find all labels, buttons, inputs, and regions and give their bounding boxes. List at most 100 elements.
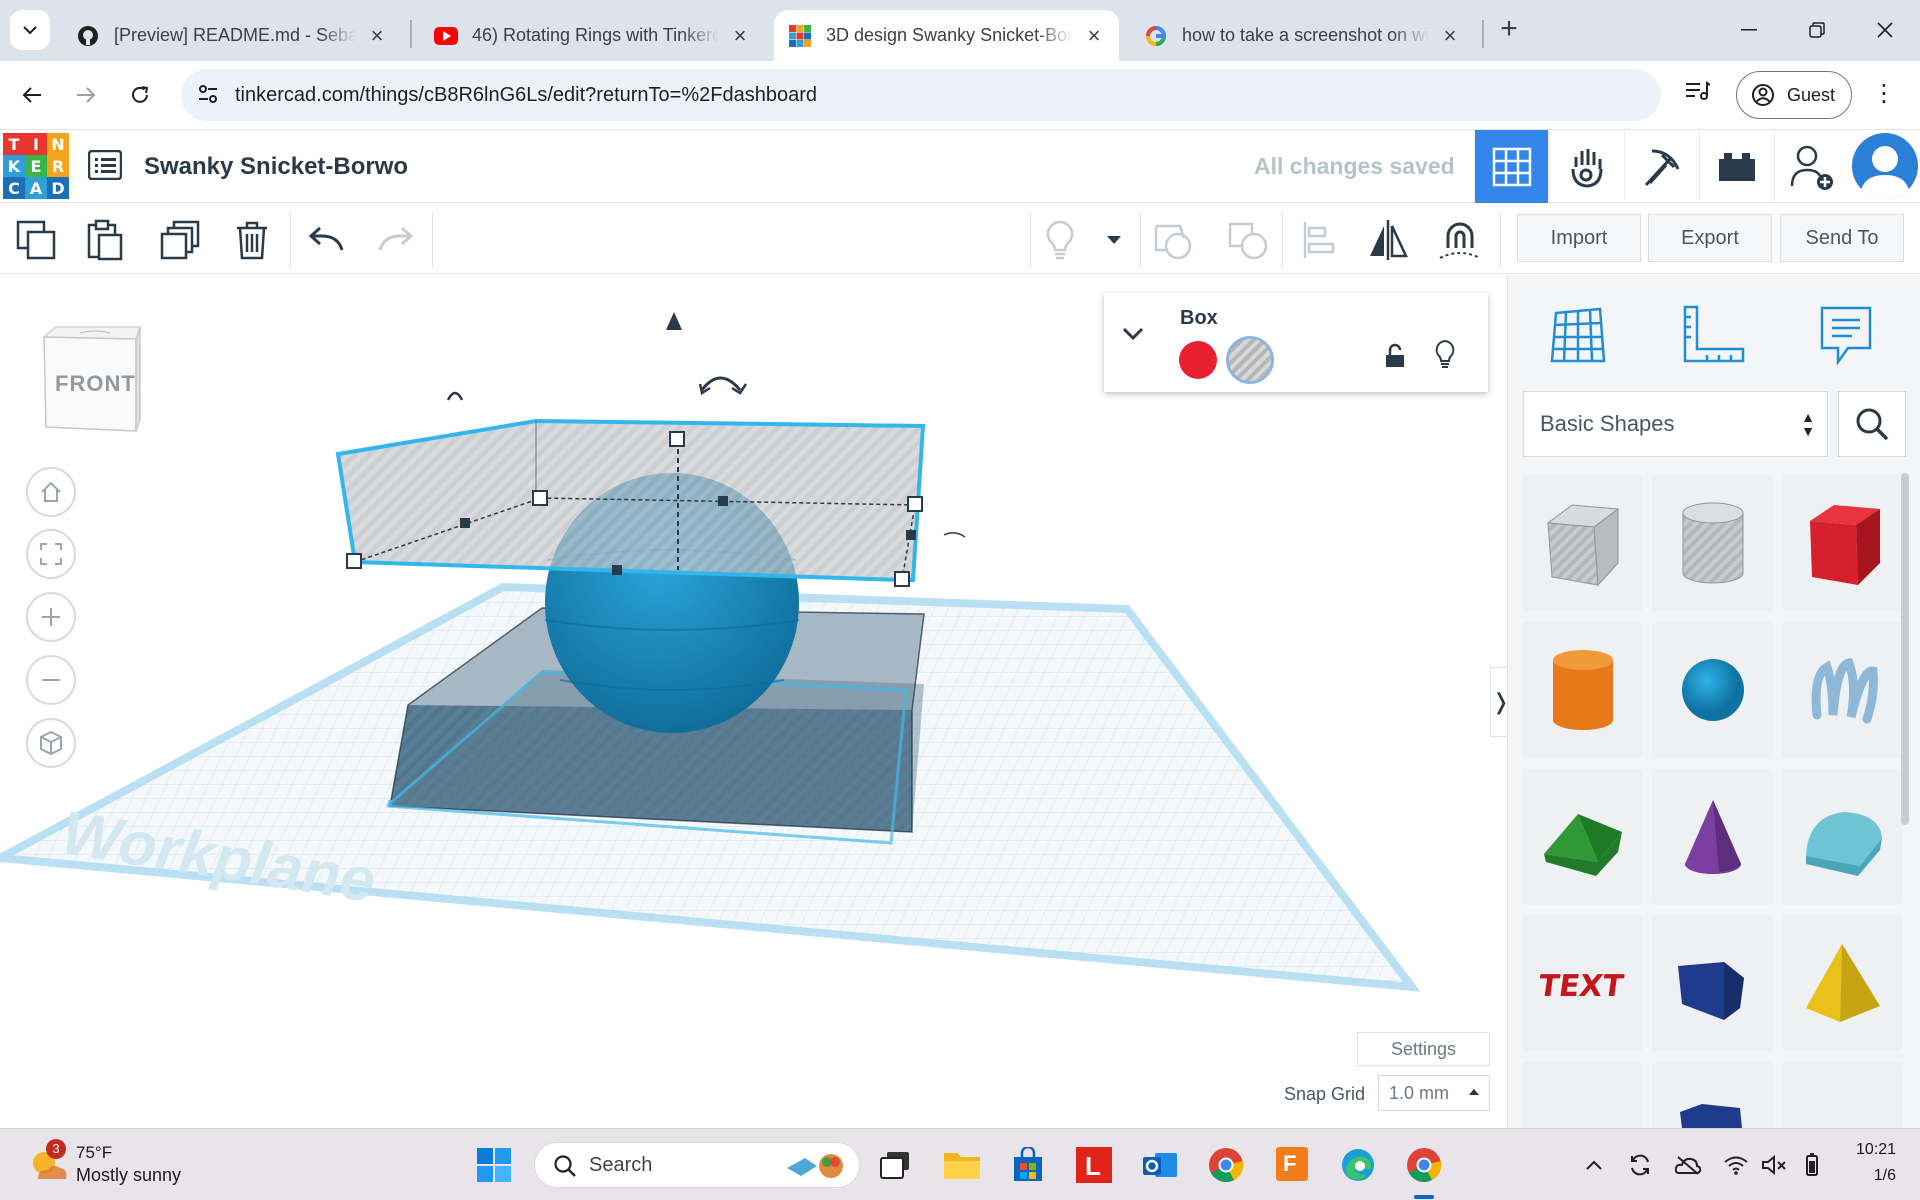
lightbulb-icon[interactable] [1038, 218, 1082, 262]
selected-box-hole[interactable] [338, 421, 923, 580]
shape-category-select[interactable]: Basic Shapes ▲ ▼ [1523, 391, 1828, 457]
site-info-icon[interactable] [197, 83, 219, 110]
shape-box[interactable] [1782, 475, 1903, 611]
panel-collapse-chevron-icon[interactable]: ❭ [1490, 667, 1507, 737]
rotate-arrow-icon[interactable] [943, 532, 966, 538]
shape-pyramid[interactable] [1782, 915, 1903, 1051]
shape-sphere[interactable] [1652, 622, 1773, 758]
task-view-icon[interactable] [874, 1143, 918, 1187]
media-control-icon[interactable] [1684, 79, 1711, 108]
sync-icon[interactable] [1620, 1143, 1660, 1187]
shape-polygon[interactable] [1652, 915, 1773, 1051]
copy-icon[interactable] [14, 218, 58, 262]
caret-down-icon[interactable] [1092, 218, 1136, 262]
side-handle[interactable] [460, 518, 470, 528]
user-avatar[interactable] [1852, 133, 1918, 199]
fusion360-icon[interactable]: F [1270, 1143, 1314, 1187]
close-window-icon[interactable] [1860, 10, 1910, 50]
elevation-arrow-icon[interactable] [666, 312, 682, 330]
group-icon[interactable] [1152, 218, 1196, 262]
solid-color-swatch[interactable] [1179, 341, 1217, 379]
browser-menu-icon[interactable]: ⋮ [1872, 79, 1896, 108]
profile-button[interactable]: Guest [1736, 71, 1852, 119]
tab-readme[interactable]: [Preview] README.md - Sebastian × [62, 10, 402, 61]
bricks-button[interactable] [1699, 130, 1773, 203]
collapse-chevron-icon[interactable] [1122, 327, 1144, 346]
clock-time[interactable]: 10:21 [1840, 1141, 1896, 1159]
shape-cylinder-hole[interactable] [1652, 475, 1773, 611]
shape-round-roof[interactable] [1782, 769, 1903, 905]
file-explorer-icon[interactable] [940, 1143, 984, 1187]
side-handle[interactable] [906, 530, 916, 540]
height-handle[interactable] [669, 431, 685, 447]
close-tab-icon[interactable]: × [729, 24, 751, 47]
snap-grid-select[interactable]: 1.0 mm [1378, 1075, 1490, 1111]
workplane-scene[interactable]: Workplane [0, 275, 1507, 1128]
shape-roof[interactable] [1522, 769, 1643, 905]
workplane-tool-icon[interactable] [1538, 295, 1618, 375]
back-arrow-icon[interactable] [14, 77, 50, 113]
forward-arrow-icon[interactable] [68, 77, 104, 113]
notes-tool-icon[interactable] [1806, 295, 1886, 375]
lightbulb-icon[interactable] [1434, 339, 1456, 374]
settings-button[interactable]: Settings [1357, 1032, 1490, 1066]
tab-search-button[interactable] [10, 10, 50, 50]
shape-search-button[interactable] [1838, 391, 1906, 457]
clock-date[interactable]: 1/6 [1840, 1167, 1896, 1185]
design-title[interactable]: Swanky Snicket-Borwo [144, 153, 408, 181]
resize-handle[interactable] [346, 553, 362, 569]
microsoft-store-icon[interactable] [1006, 1143, 1050, 1187]
import-button[interactable]: Import [1517, 214, 1641, 262]
mirror-icon[interactable] [1366, 218, 1410, 262]
minimize-icon[interactable] [1724, 10, 1774, 50]
home-view-icon[interactable] [26, 467, 76, 517]
resize-handle[interactable] [532, 490, 548, 506]
shape-cylinder[interactable] [1522, 622, 1643, 758]
close-tab-icon[interactable]: × [366, 24, 388, 47]
onedrive-offline-icon[interactable] [1668, 1143, 1708, 1187]
send-to-button[interactable]: Send To [1780, 214, 1904, 262]
chrome-icon[interactable] [1204, 1143, 1248, 1187]
shape-box-hole[interactable] [1522, 475, 1643, 611]
tab-rotating-rings[interactable]: 46) Rotating Rings with Tinkercad × [420, 10, 765, 61]
shape-tile-partial[interactable] [1522, 1062, 1643, 1128]
zoom-in-icon[interactable] [26, 592, 76, 642]
ruler-tool-icon[interactable] [1672, 295, 1752, 375]
edge-icon[interactable] [1336, 1143, 1380, 1187]
resize-handle[interactable] [894, 571, 910, 587]
undo-icon[interactable] [304, 218, 348, 262]
shape-scribble[interactable] [1782, 622, 1903, 758]
redo-icon[interactable] [374, 218, 418, 262]
view-cube-front-label[interactable]: FRONT [55, 371, 136, 397]
export-button[interactable]: Export [1648, 214, 1772, 262]
battery-icon[interactable] [1792, 1143, 1832, 1187]
cruise-magnet-icon[interactable] [1438, 218, 1482, 262]
show-hidden-icons-chevron-icon[interactable] [1574, 1143, 1614, 1187]
tinkercad-logo[interactable]: TINKERCAD [3, 133, 69, 199]
perspective-toggle-icon[interactable] [26, 718, 76, 768]
side-handle[interactable] [612, 565, 622, 575]
3d-viewport[interactable]: Workplane FRONT Box Settings Snap Grid 1… [0, 275, 1507, 1128]
new-tab-plus-icon[interactable]: + [1494, 12, 1524, 46]
shape-text[interactable]: TEXT [1522, 915, 1643, 1051]
align-icon[interactable] [1296, 218, 1340, 262]
blocks-button[interactable] [1624, 130, 1698, 203]
close-tab-icon[interactable]: × [1083, 24, 1105, 47]
rotate-arrow-icon[interactable] [446, 391, 464, 401]
hole-swatch[interactable] [1226, 336, 1274, 384]
close-tab-icon[interactable]: × [1439, 24, 1461, 47]
side-handle[interactable] [718, 496, 728, 506]
duplicate-icon[interactable] [158, 218, 202, 262]
zoom-out-icon[interactable] [26, 655, 76, 705]
fit-view-icon[interactable] [26, 529, 76, 579]
lenovo-app-icon[interactable]: L [1072, 1143, 1116, 1187]
reload-icon[interactable] [122, 77, 158, 113]
volume-muted-icon[interactable] [1754, 1143, 1794, 1187]
shape-tile-partial[interactable] [1652, 1062, 1773, 1128]
outlook-icon[interactable] [1138, 1143, 1182, 1187]
sim-lab-button[interactable] [1549, 130, 1623, 203]
paste-icon[interactable] [84, 218, 128, 262]
invite-collaborator-button[interactable] [1774, 130, 1848, 203]
windows-start-icon[interactable] [472, 1143, 516, 1187]
unlock-icon[interactable] [1384, 343, 1406, 374]
